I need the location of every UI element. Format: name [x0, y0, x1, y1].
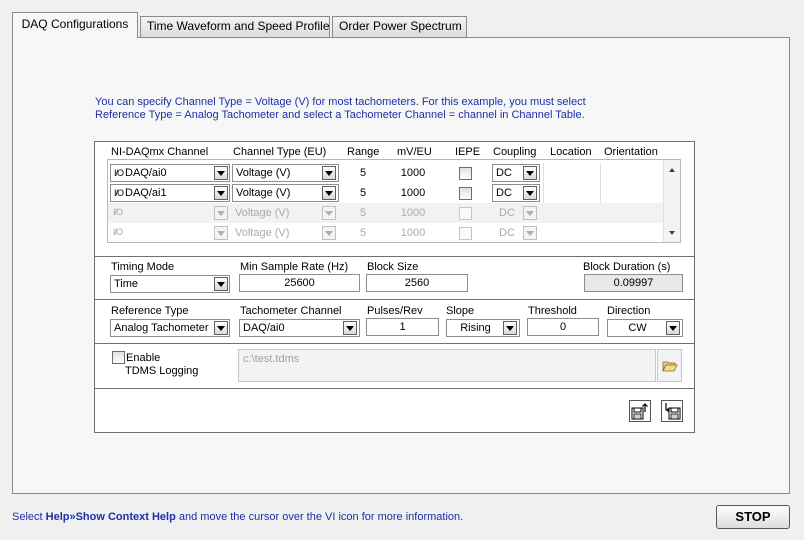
block-size-label: Block Size [367, 261, 419, 273]
channel-value: DAQ/ai1 [125, 187, 167, 199]
chevron-down-icon[interactable] [503, 321, 517, 335]
table-scrollbar[interactable] [663, 160, 680, 242]
help-text-suffix: and move the cursor over the VI icon for… [175, 511, 464, 523]
header-iepe: IEPE [455, 146, 481, 158]
chevron-down-icon [214, 226, 228, 240]
min-sample-rate-input[interactable]: 25600 [239, 274, 360, 292]
pulses-rev-label: Pulses/Rev [367, 305, 423, 317]
save-config-icon [665, 403, 681, 420]
range-cell: 5 [359, 207, 367, 219]
threshold-input[interactable]: 0 [527, 318, 599, 336]
iepe-checkbox[interactable] [459, 167, 472, 180]
channel-type-cell: Voltage (V) [235, 207, 290, 219]
channel-select[interactable]: I/O DAQ/ai0 [110, 164, 230, 182]
timing-mode-label: Timing Mode [111, 261, 175, 273]
header-channel: NI-DAQmx Channel [111, 146, 209, 158]
chevron-down-icon[interactable] [214, 321, 228, 335]
range-cell[interactable]: 5 [342, 163, 384, 183]
block-size-input[interactable]: 2560 [366, 274, 468, 292]
chevron-down-icon[interactable] [214, 277, 228, 291]
chevron-down-icon [322, 226, 336, 240]
chevron-down-icon[interactable] [214, 186, 228, 200]
tdms-path-input: c:\test.tdms [238, 349, 656, 382]
channel-value: DAQ/ai0 [125, 167, 167, 179]
reference-type-label: Reference Type [111, 305, 189, 317]
pulses-rev-input[interactable]: 1 [366, 318, 439, 336]
header-range: Range [347, 146, 380, 158]
io-channel-icon: I/O [113, 227, 123, 237]
range-cell: 5 [359, 227, 367, 239]
channel-type-cell: Voltage (V) [235, 227, 290, 239]
mv-eu-cell: 1000 [400, 207, 426, 219]
header-orientation: Orientation [604, 146, 658, 158]
info-text-line-1: You can specify Channel Type = Voltage (… [95, 96, 586, 108]
block-duration-display: 0.09997 [584, 274, 683, 292]
chevron-down-icon [214, 206, 228, 220]
coupling-cell: DC [499, 227, 515, 239]
tab-daq-configurations[interactable]: DAQ Configurations [12, 12, 138, 38]
tachometer-channel-label: Tachometer Channel [240, 305, 342, 317]
block-duration-label: Block Duration (s) [583, 261, 671, 273]
tdms-logging-label: TDMS Logging [125, 365, 199, 377]
help-text: Select Help»Show Context Help and move t… [12, 511, 463, 523]
mv-eu-cell: 1000 [400, 227, 426, 239]
orientation-cell[interactable] [601, 183, 662, 203]
enable-tdms-checkbox[interactable] [112, 351, 125, 364]
chevron-down-icon[interactable] [322, 186, 336, 200]
io-channel-icon: I/O [114, 188, 124, 198]
save-config-button[interactable] [661, 400, 683, 422]
help-text-menu-path: Help»Show Context Help [45, 511, 176, 523]
chevron-down-icon[interactable] [666, 321, 680, 335]
coupling-cell: DC [499, 207, 515, 219]
io-channel-icon: I/O [114, 168, 124, 178]
divider [95, 256, 694, 257]
slope-label: Slope [446, 305, 475, 317]
header-location: Location [550, 146, 592, 158]
chevron-down-icon[interactable] [523, 166, 537, 180]
io-channel-icon: I/O [113, 207, 123, 217]
location-cell[interactable] [543, 183, 601, 203]
chevron-down-icon [523, 206, 537, 220]
enable-tdms-label: Enable [126, 352, 161, 364]
load-config-icon [631, 403, 648, 420]
direction-label: Direction [607, 305, 651, 317]
mv-eu-cell[interactable]: 1000 [386, 163, 440, 183]
stop-button[interactable]: STOP [716, 505, 790, 529]
chevron-down-icon [322, 206, 336, 220]
tachometer-channel-select[interactable]: DAQ/ai0 [239, 319, 360, 337]
threshold-label: Threshold [528, 305, 577, 317]
channel-select[interactable]: I/O DAQ/ai1 [110, 184, 230, 202]
header-coupling: Coupling [493, 146, 537, 158]
location-cell[interactable] [543, 163, 601, 183]
folder-open-icon [662, 361, 678, 372]
iepe-checkbox [459, 227, 472, 240]
chevron-down-icon[interactable] [523, 186, 537, 200]
range-cell[interactable]: 5 [342, 183, 384, 203]
tab-order-power-spectrum[interactable]: Order Power Spectrum [332, 16, 467, 37]
divider [95, 299, 694, 300]
chevron-down-icon[interactable] [214, 166, 228, 180]
help-text-prefix: Select [12, 511, 46, 523]
load-config-button[interactable] [629, 400, 651, 422]
reference-type-select[interactable]: Analog Tachometer [110, 319, 230, 337]
chevron-down-icon[interactable] [322, 166, 336, 180]
iepe-checkbox[interactable] [459, 187, 472, 200]
header-channel-type: Channel Type (EU) [233, 146, 327, 158]
min-sample-rate-label: Min Sample Rate (Hz) [240, 261, 349, 273]
chevron-down-icon [523, 226, 537, 240]
info-text-line-2: Reference Type = Analog Tachometer and s… [95, 109, 585, 121]
scroll-up-arrow-icon[interactable] [669, 168, 675, 172]
divider [95, 388, 694, 389]
divider [95, 343, 694, 344]
iepe-checkbox [459, 207, 472, 220]
mv-eu-cell[interactable]: 1000 [386, 183, 440, 203]
chevron-down-icon[interactable] [343, 321, 357, 335]
tab-time-waveform[interactable]: Time Waveform and Speed Profile [140, 16, 330, 37]
header-mv-eu: mV/EU [397, 146, 432, 158]
timing-mode-select[interactable]: Time [110, 275, 230, 293]
browse-button[interactable] [657, 349, 682, 382]
orientation-cell[interactable] [601, 163, 662, 183]
scroll-down-arrow-icon[interactable] [669, 231, 675, 235]
